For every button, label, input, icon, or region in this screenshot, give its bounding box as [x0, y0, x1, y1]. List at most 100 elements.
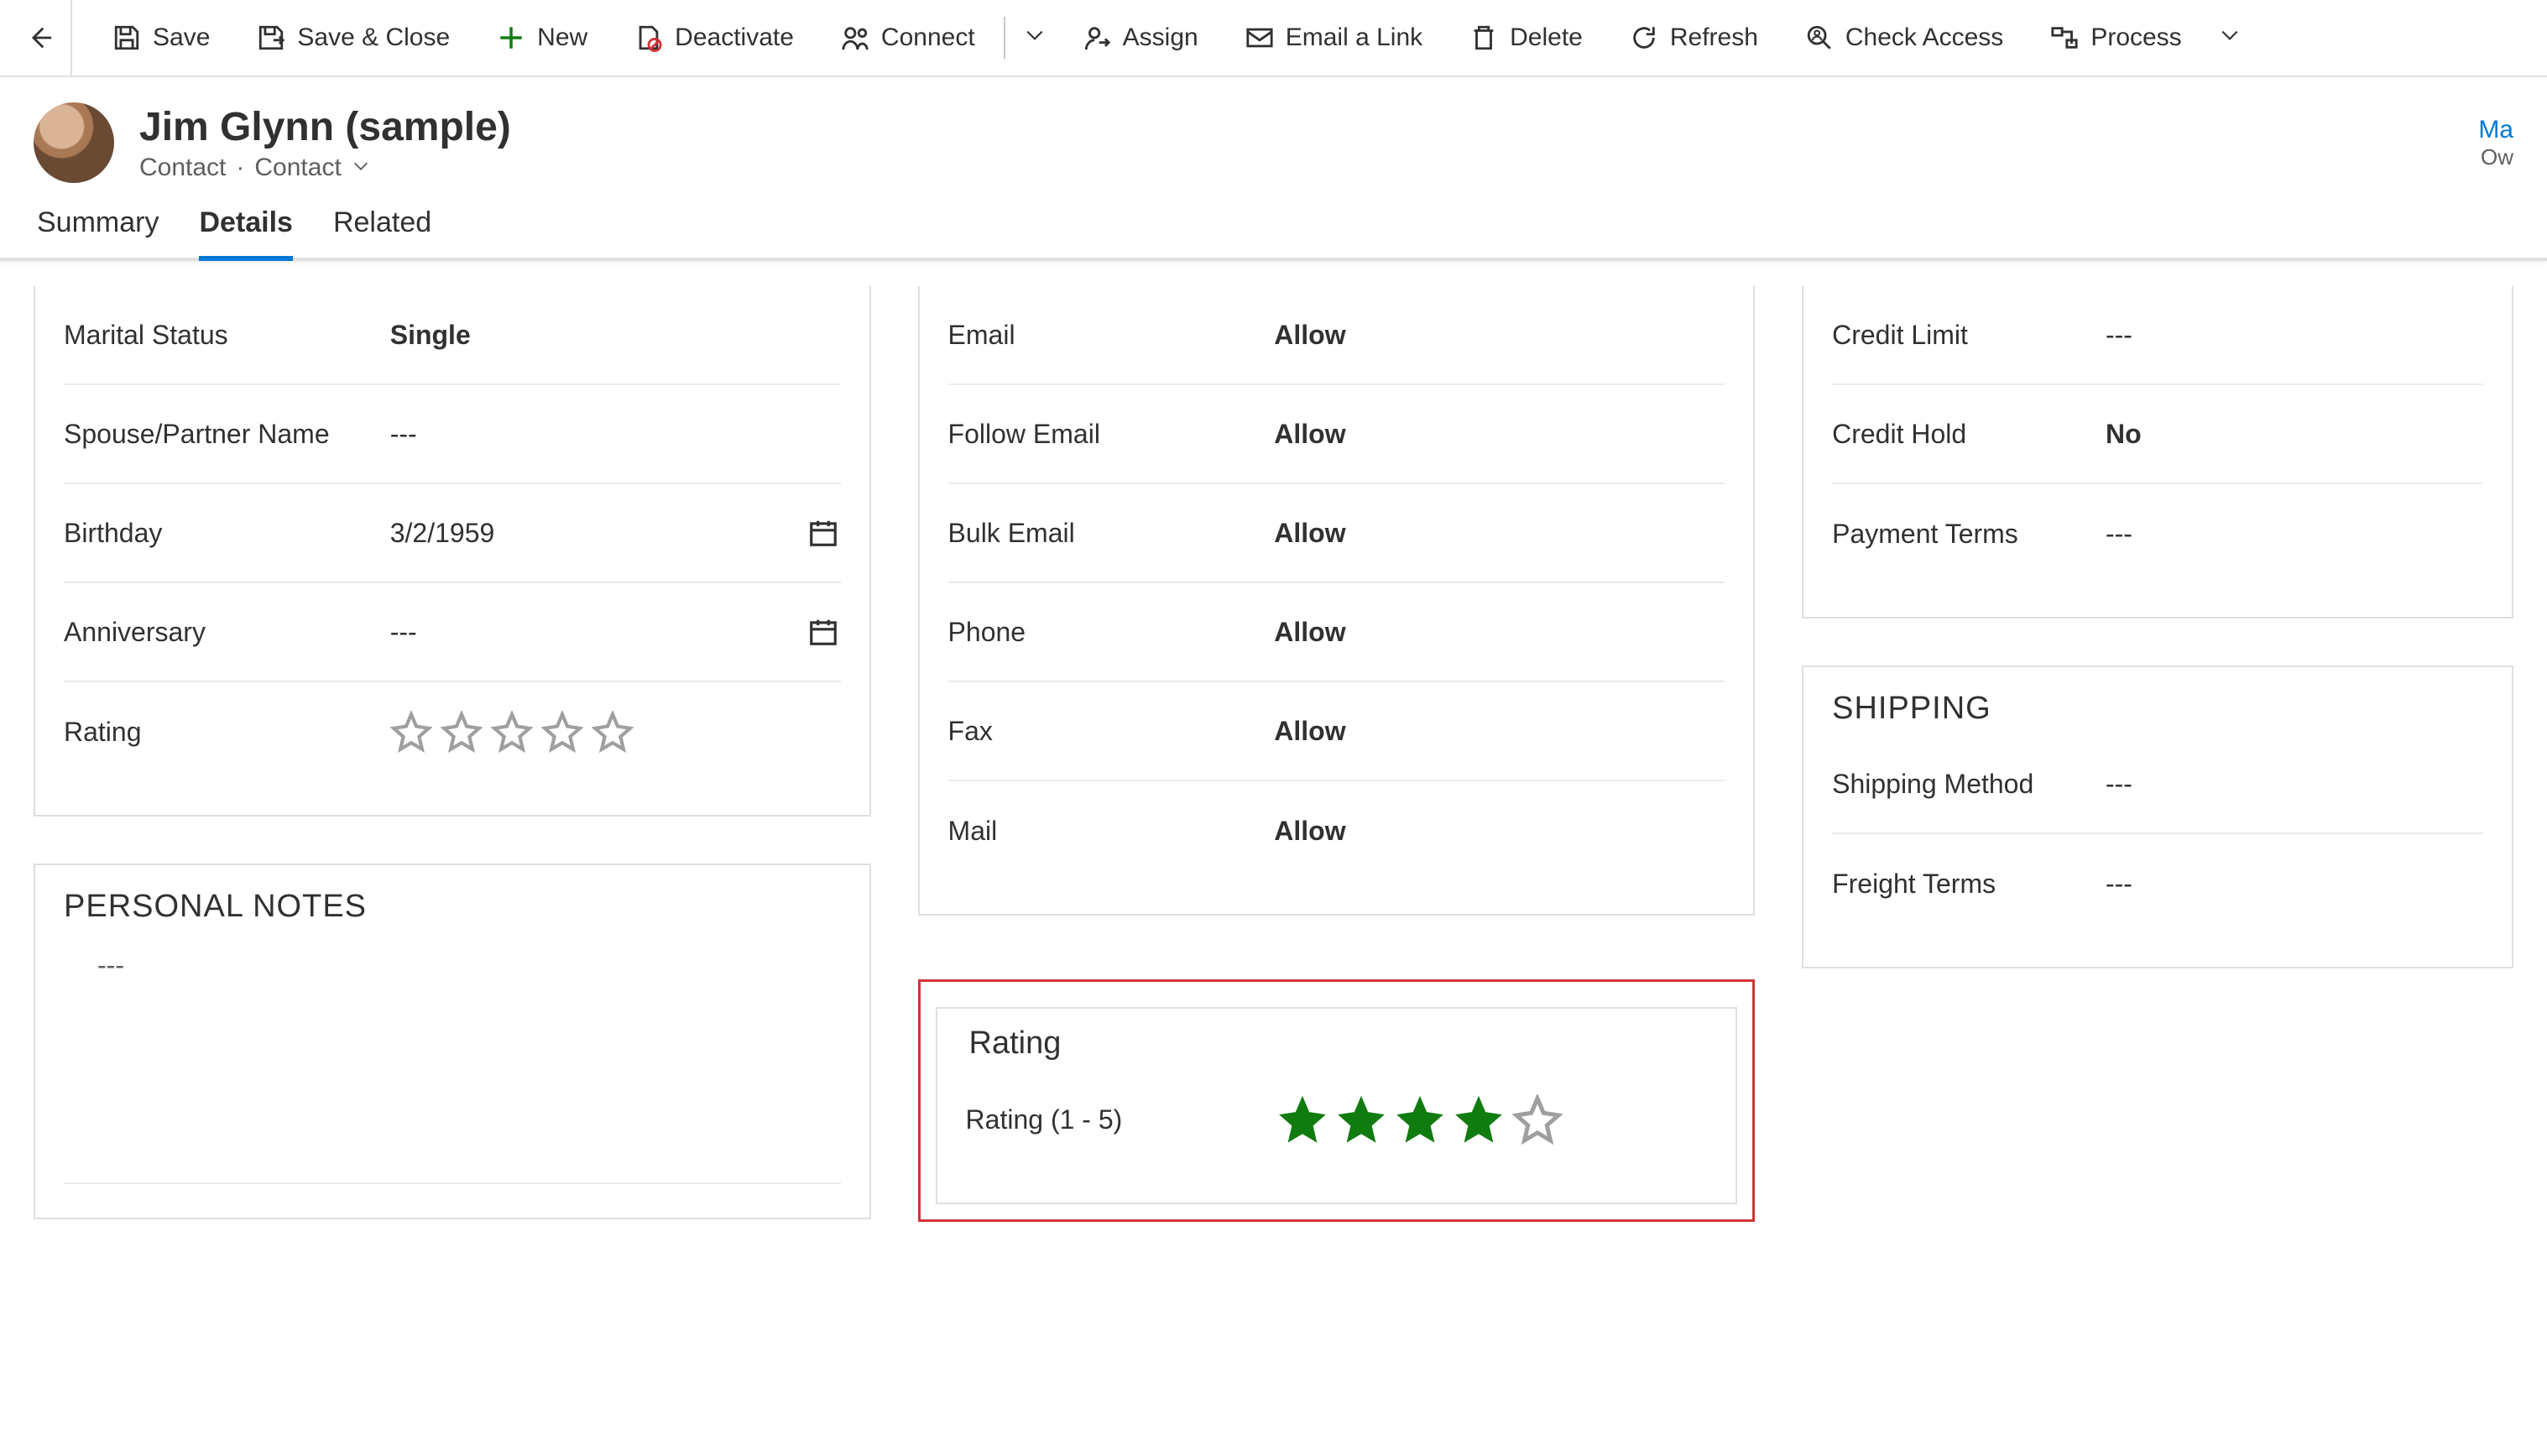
entity-label: Contact — [139, 154, 226, 182]
connect-button[interactable]: Connect — [817, 13, 999, 63]
delete-button[interactable]: Delete — [1446, 13, 1606, 63]
process-label: Process — [2090, 23, 2181, 52]
flow-icon — [2050, 23, 2079, 52]
star-outline-icon[interactable] — [441, 711, 483, 753]
field-credit-hold[interactable]: Credit Hold No — [1832, 385, 2483, 484]
chevron-down-icon — [352, 157, 370, 175]
field-email[interactable]: Email Allow — [948, 286, 1725, 385]
field-spouse[interactable]: Spouse/Partner Name --- — [64, 385, 841, 484]
phone-label: Phone — [948, 617, 1275, 648]
rating-stars-empty[interactable] — [390, 711, 634, 753]
email-link-button[interactable]: Email a Link — [1222, 13, 1446, 63]
plus-icon — [497, 23, 525, 52]
deactivate-button[interactable]: Deactivate — [611, 13, 817, 63]
tab-details[interactable]: Details — [199, 191, 293, 258]
freight-terms-value: --- — [2106, 869, 2483, 900]
rating-card: Rating Rating (1 - 5) — [936, 1007, 1738, 1204]
field-marital-status[interactable]: Marital Status Single — [64, 286, 841, 385]
payment-terms-value: --- — [2106, 519, 2483, 550]
fax-label: Fax — [948, 716, 1275, 747]
field-shipping-method[interactable]: Shipping Method --- — [1832, 735, 2483, 834]
star-outline-icon[interactable] — [592, 711, 634, 753]
back-button[interactable] — [8, 0, 72, 76]
save-close-label: Save & Close — [297, 23, 450, 52]
star-filled-icon[interactable] — [1336, 1094, 1386, 1145]
assign-button[interactable]: Assign — [1059, 13, 1222, 63]
star-filled-icon[interactable] — [1395, 1094, 1445, 1145]
calendar-icon — [807, 616, 839, 648]
fax-value: Allow — [1274, 716, 1725, 747]
new-button[interactable]: New — [473, 13, 611, 63]
mail-value: Allow — [1274, 816, 1725, 847]
field-birthday[interactable]: Birthday 3/2/1959 — [64, 484, 841, 583]
save-button[interactable]: Save — [89, 13, 233, 63]
owner-link[interactable]: Ma — [2478, 116, 2513, 144]
save-close-button[interactable]: Save & Close — [233, 13, 473, 63]
connect-icon — [841, 23, 869, 52]
star-filled-icon[interactable] — [1454, 1094, 1504, 1145]
rating-stars-filled[interactable] — [1277, 1094, 1563, 1145]
search-person-icon — [1805, 23, 1834, 52]
owner-label: Ow — [2478, 144, 2513, 170]
bulk-email-value: Allow — [1274, 518, 1725, 549]
command-bar: Save Save & Close New Deactivate Connect… — [0, 0, 2547, 77]
chevron-down-icon — [2219, 24, 2241, 46]
shipping-title: SHIPPING — [1832, 667, 2483, 735]
birthday-label: Birthday — [64, 518, 390, 549]
personal-notes-value[interactable]: --- — [64, 933, 841, 998]
save-label: Save — [153, 23, 210, 52]
assign-label: Assign — [1123, 23, 1198, 52]
star-outline-icon[interactable] — [491, 711, 533, 753]
tab-bar: Summary Details Related — [0, 191, 2547, 261]
follow-email-label: Follow Email — [948, 419, 1275, 450]
marital-status-label: Marital Status — [64, 320, 390, 351]
field-fax[interactable]: Fax Allow — [948, 682, 1725, 781]
contact-prefs-card: Email Allow Follow Email Allow Bulk Emai… — [918, 286, 1756, 916]
form-switcher[interactable] — [352, 154, 370, 182]
field-follow-email[interactable]: Follow Email Allow — [948, 385, 1725, 484]
process-button[interactable]: Process — [2027, 13, 2205, 63]
field-payment-terms[interactable]: Payment Terms --- — [1832, 484, 2483, 583]
birthday-calendar-button[interactable] — [806, 515, 841, 551]
credit-hold-label: Credit Hold — [1832, 419, 2106, 450]
personal-notes-title: PERSONAL NOTES — [64, 865, 841, 933]
rating-1-5-label: Rating (1 - 5) — [966, 1104, 1277, 1135]
email-value: Allow — [1274, 320, 1725, 351]
star-outline-icon[interactable] — [541, 711, 583, 753]
rating-section-title: Rating — [966, 1009, 1708, 1070]
process-dropdown[interactable] — [2205, 24, 2254, 52]
personal-notes-card: PERSONAL NOTES --- — [34, 864, 871, 1219]
form-label: Contact — [254, 154, 341, 182]
field-bulk-email[interactable]: Bulk Email Allow — [948, 484, 1725, 583]
refresh-icon — [1630, 23, 1658, 52]
calendar-icon — [807, 517, 839, 549]
connect-label: Connect — [881, 23, 975, 52]
tab-summary[interactable]: Summary — [37, 191, 159, 258]
mail-icon — [1245, 23, 1274, 52]
delete-label: Delete — [1510, 23, 1583, 52]
field-freight-terms[interactable]: Freight Terms --- — [1832, 834, 2483, 933]
star-filled-icon[interactable] — [1277, 1094, 1328, 1145]
field-credit-limit[interactable]: Credit Limit --- — [1832, 286, 2483, 385]
command-separator — [1004, 17, 1005, 59]
credit-limit-label: Credit Limit — [1832, 320, 2106, 351]
field-anniversary[interactable]: Anniversary --- — [64, 583, 841, 682]
check-access-button[interactable]: Check Access — [1782, 13, 2027, 63]
save-icon — [112, 23, 141, 52]
payment-terms-label: Payment Terms — [1832, 519, 2106, 550]
record-header: Jim Glynn (sample) Contact · Contact Ma … — [0, 77, 2547, 191]
anniversary-calendar-button[interactable] — [806, 614, 841, 650]
phone-value: Allow — [1274, 617, 1725, 648]
field-rating-1-5[interactable]: Rating (1 - 5) — [966, 1070, 1708, 1169]
connect-dropdown[interactable] — [1010, 24, 1059, 52]
new-label: New — [537, 23, 587, 52]
field-mail[interactable]: Mail Allow — [948, 781, 1725, 880]
refresh-button[interactable]: Refresh — [1606, 13, 1782, 63]
star-outline-icon[interactable] — [390, 711, 432, 753]
tab-related[interactable]: Related — [333, 191, 431, 258]
field-phone[interactable]: Phone Allow — [948, 583, 1725, 682]
field-rating[interactable]: Rating — [64, 682, 841, 781]
chevron-down-icon — [1024, 24, 1046, 46]
star-outline-icon[interactable] — [1512, 1094, 1563, 1145]
shipping-method-value: --- — [2106, 769, 2483, 800]
